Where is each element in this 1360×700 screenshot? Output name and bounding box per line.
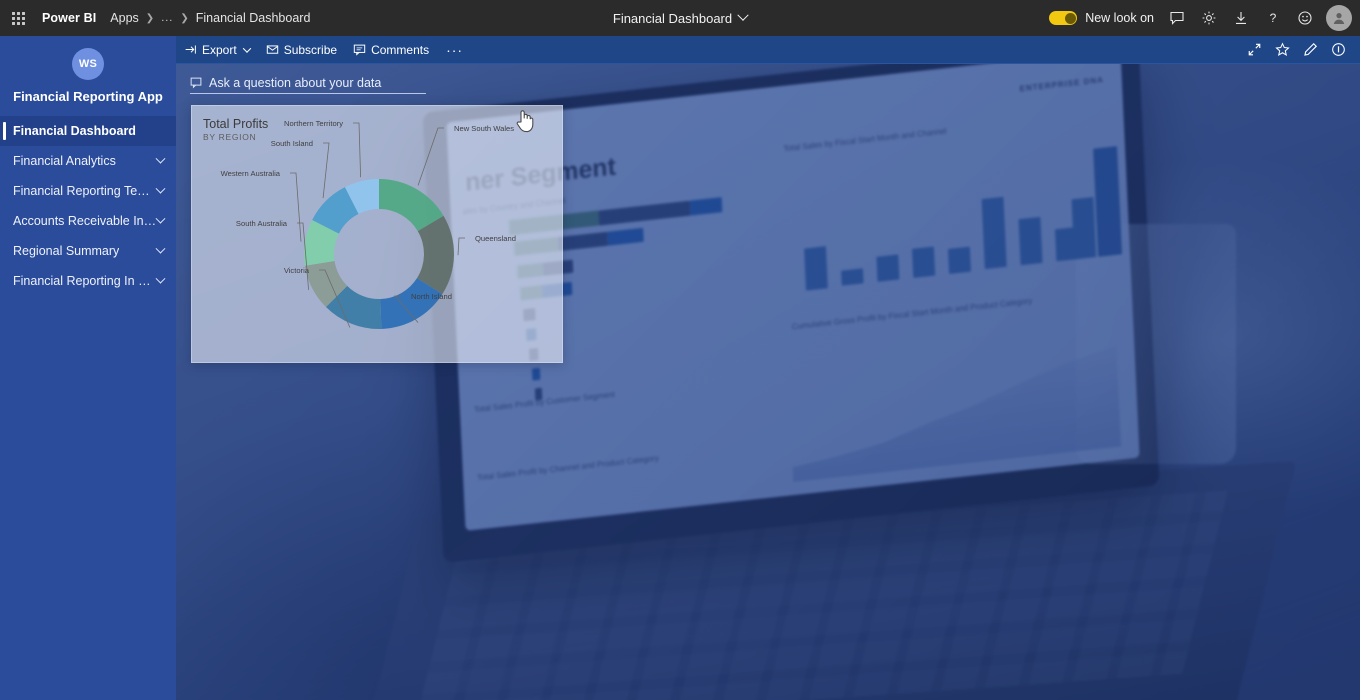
donut-leader-line [457,237,465,256]
brand-label[interactable]: Power BI [42,11,96,25]
donut-slices [304,179,455,329]
command-bar: Export Subscribe Comments ··· [176,36,1360,64]
left-sidebar: WS Financial Reporting App Financial Das… [0,36,176,700]
tile-total-profits-by-region[interactable]: Total Profits BY REGION New South Wales Q… [191,105,563,363]
comments-label: Comments [371,42,430,57]
chevron-down-icon[interactable] [155,213,166,224]
donut-leader-line [322,142,330,199]
download-icon[interactable] [1226,0,1256,36]
new-look-toggle[interactable]: New look on [1049,11,1154,25]
edit-pencil-icon[interactable] [1296,36,1324,64]
sidebar-item-label: Financial Dashboard [13,124,136,138]
donut-slice-label: New South Wales [454,124,514,133]
waffle-grid-icon[interactable] [0,0,36,36]
svg-text:?: ? [1270,11,1277,25]
breadcrumb-chevron-2: ❯ [180,12,189,24]
donut-chart: New South Wales Queensland North Island Vic… [192,106,562,362]
donut-leader-line [353,122,361,178]
breadcrumb-apps[interactable]: Apps [110,11,139,25]
top-header: Power BI Apps ❯ ... ❯ Financial Dashboar… [0,0,1360,36]
toggle-switch[interactable] [1049,11,1078,25]
donut-slice-label: South Australia [236,219,288,228]
sidebar-item-label: Regional Summary [13,244,120,258]
account-avatar[interactable] [1326,5,1352,31]
chevron-down-icon[interactable] [155,153,166,164]
donut-leader-line [290,172,302,242]
sidebar-header: WS Financial Reporting App [0,36,176,114]
workspace-avatar[interactable]: WS [72,48,104,80]
new-look-label: New look on [1085,11,1154,25]
sidebar-item-financial-reporting-in-power[interactable]: Financial Reporting In Power... [0,266,176,296]
sidebar-item-accounts-receivable-insights[interactable]: Accounts Receivable Insights [0,206,176,236]
donut-slice-label: Western Australia [221,169,281,178]
chevron-down-icon[interactable] [737,9,749,21]
info-icon[interactable] [1324,36,1352,64]
donut-slice-label: North Island [411,292,452,301]
breadcrumb-overflow[interactable]: ... [161,12,173,24]
sidebar-item-financial-reporting-templates[interactable]: Financial Reporting Templates [0,176,176,206]
qna-search-input[interactable]: Ask a question about your data [190,72,426,94]
fullscreen-icon[interactable] [1240,36,1268,64]
qna-chat-icon [190,77,202,89]
gear-icon[interactable] [1194,0,1224,36]
chevron-down-icon[interactable] [155,183,166,194]
feedback-icon[interactable] [1162,0,1192,36]
help-icon[interactable]: ? [1258,0,1288,36]
sidebar-item-label: Accounts Receivable Insights [13,214,157,228]
smiley-icon[interactable] [1290,0,1320,36]
donut-slice-label: Victoria [284,266,310,275]
sidebar-item-regional-summary[interactable]: Regional Summary [0,236,176,266]
donut-slice-label: South Island [271,139,313,148]
power-bi-app: Power BI Apps ❯ ... ❯ Financial Dashboar… [0,0,1360,700]
header-actions: New look on ? [1049,0,1360,36]
breadcrumb-current[interactable]: Financial Dashboard [196,11,311,25]
donut-slice-label: Queensland [475,234,516,243]
donut-slice-label: Northern Territory [284,119,343,128]
donut-labels: New South Wales Queensland North Island Vic… [221,119,516,328]
command-bar-right [1240,36,1360,64]
app-title: Financial Reporting App [13,89,163,104]
chevron-down-icon[interactable] [155,273,166,284]
toggle-knob [1064,12,1076,24]
subscribe-label: Subscribe [283,42,338,57]
sidebar-item-label: Financial Analytics [13,154,116,168]
sidebar-item-label: Financial Reporting In Power... [13,274,157,288]
donut-leader-line [417,127,444,186]
qna-placeholder: Ask a question about your data [209,75,382,90]
breadcrumb: Apps ❯ ... ❯ Financial Dashboard [110,11,310,25]
more-options-button[interactable]: ··· [437,36,472,64]
page-title[interactable]: Financial Dashboard [613,11,732,26]
sidebar-item-financial-dashboard[interactable]: Financial Dashboard [0,116,176,146]
comments-button[interactable]: Comments [345,36,437,64]
export-label: Export [202,42,237,57]
export-button[interactable]: Export [176,36,258,64]
subscribe-button[interactable]: Subscribe [258,36,345,64]
chevron-down-icon[interactable] [155,243,166,254]
sidebar-nav: Financial Dashboard Financial Analytics … [0,116,176,296]
favorite-star-icon[interactable] [1268,36,1296,64]
breadcrumb-chevron-1: ❯ [145,12,155,24]
chevron-down-icon[interactable] [242,43,251,53]
sidebar-item-label: Financial Reporting Templates [13,184,157,198]
sidebar-item-financial-analytics[interactable]: Financial Analytics [0,146,176,176]
